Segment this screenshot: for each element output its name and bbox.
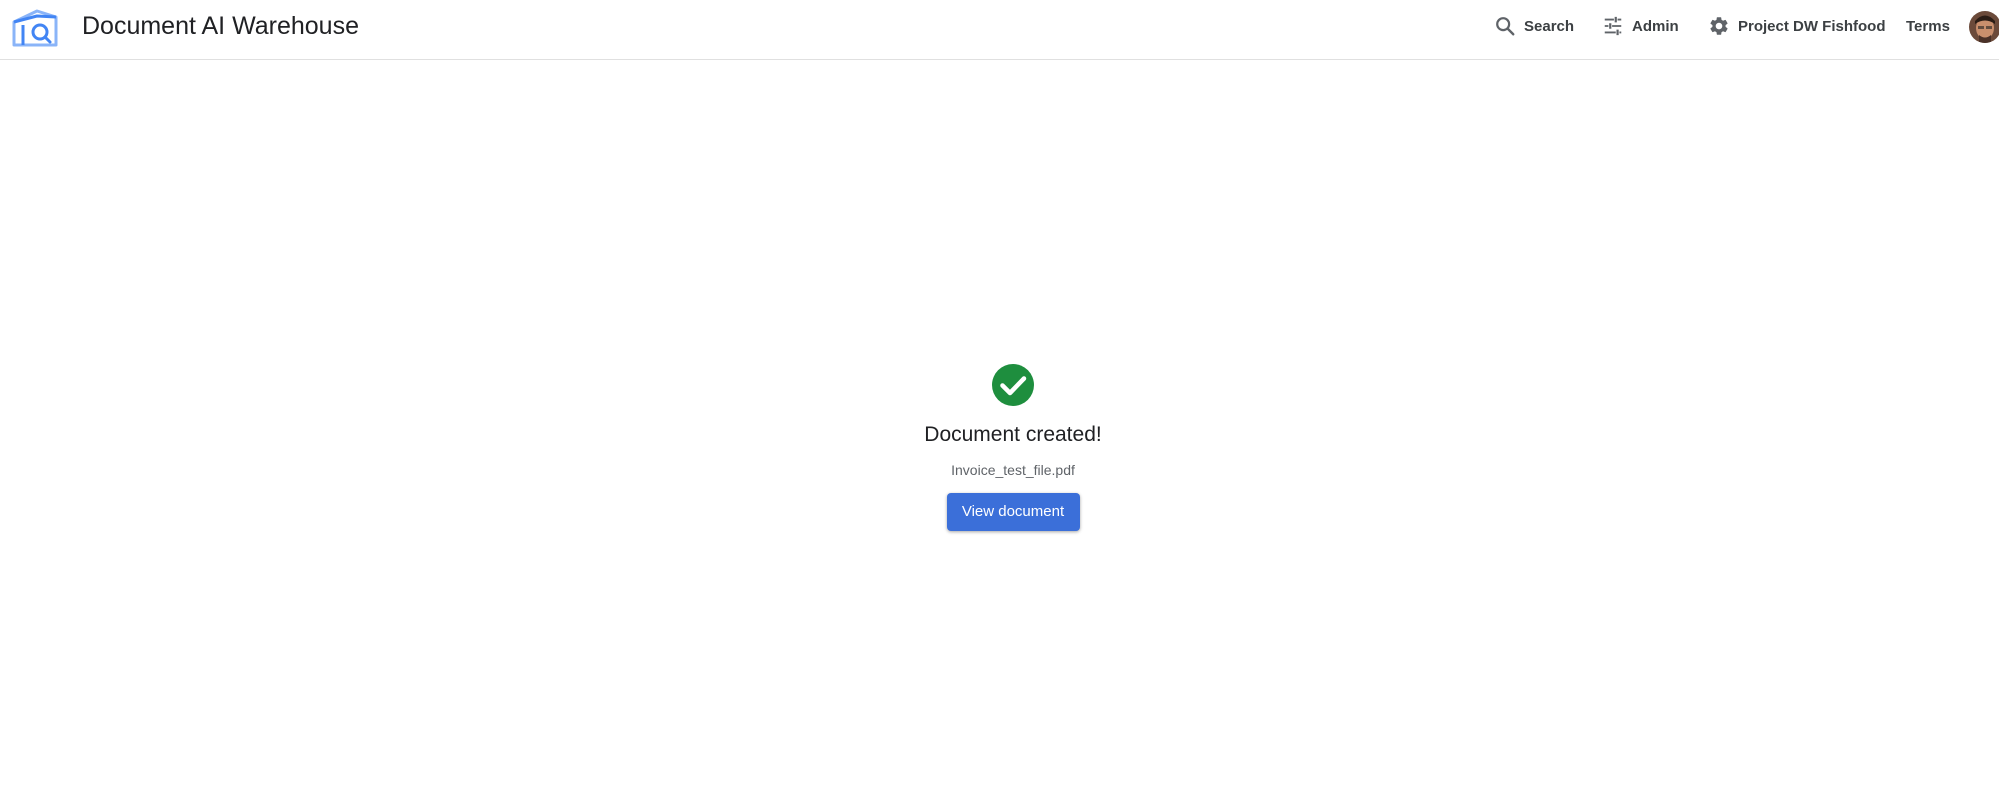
nav-admin-link[interactable]: Admin (1602, 12, 1679, 40)
success-panel: Document created! Invoice_test_file.pdf … (0, 363, 1999, 531)
search-icon (1496, 17, 1515, 36)
document-filename: Invoice_test_file.pdf (951, 462, 1075, 478)
check-circle-icon (992, 364, 1034, 406)
nav-terms-link[interactable]: Terms (1906, 12, 1950, 40)
nav-admin-label: Admin (1632, 17, 1679, 35)
nav-project-link[interactable]: Project DW Fishfood (1708, 12, 1886, 40)
tune-sliders-icon (1604, 16, 1622, 36)
top-app-bar: Document AI Warehouse Search Admin Proje… (0, 0, 1999, 60)
document-ai-warehouse-logo-icon[interactable] (11, 8, 59, 48)
avatar-image (1969, 11, 1999, 43)
nav-terms-label: Terms (1906, 17, 1950, 35)
user-avatar[interactable] (1969, 11, 1999, 43)
success-heading: Document created! (924, 423, 1102, 446)
app-title: Document AI Warehouse (82, 12, 359, 40)
nav-search-link[interactable]: Search (1494, 12, 1574, 40)
view-document-button[interactable]: View document (946, 493, 1080, 531)
main-content: Document created! Invoice_test_file.pdf … (0, 60, 1999, 797)
nav-search-label: Search (1524, 17, 1575, 35)
nav-project-label: Project DW Fishfood (1738, 17, 1886, 35)
gear-icon (1710, 17, 1728, 35)
